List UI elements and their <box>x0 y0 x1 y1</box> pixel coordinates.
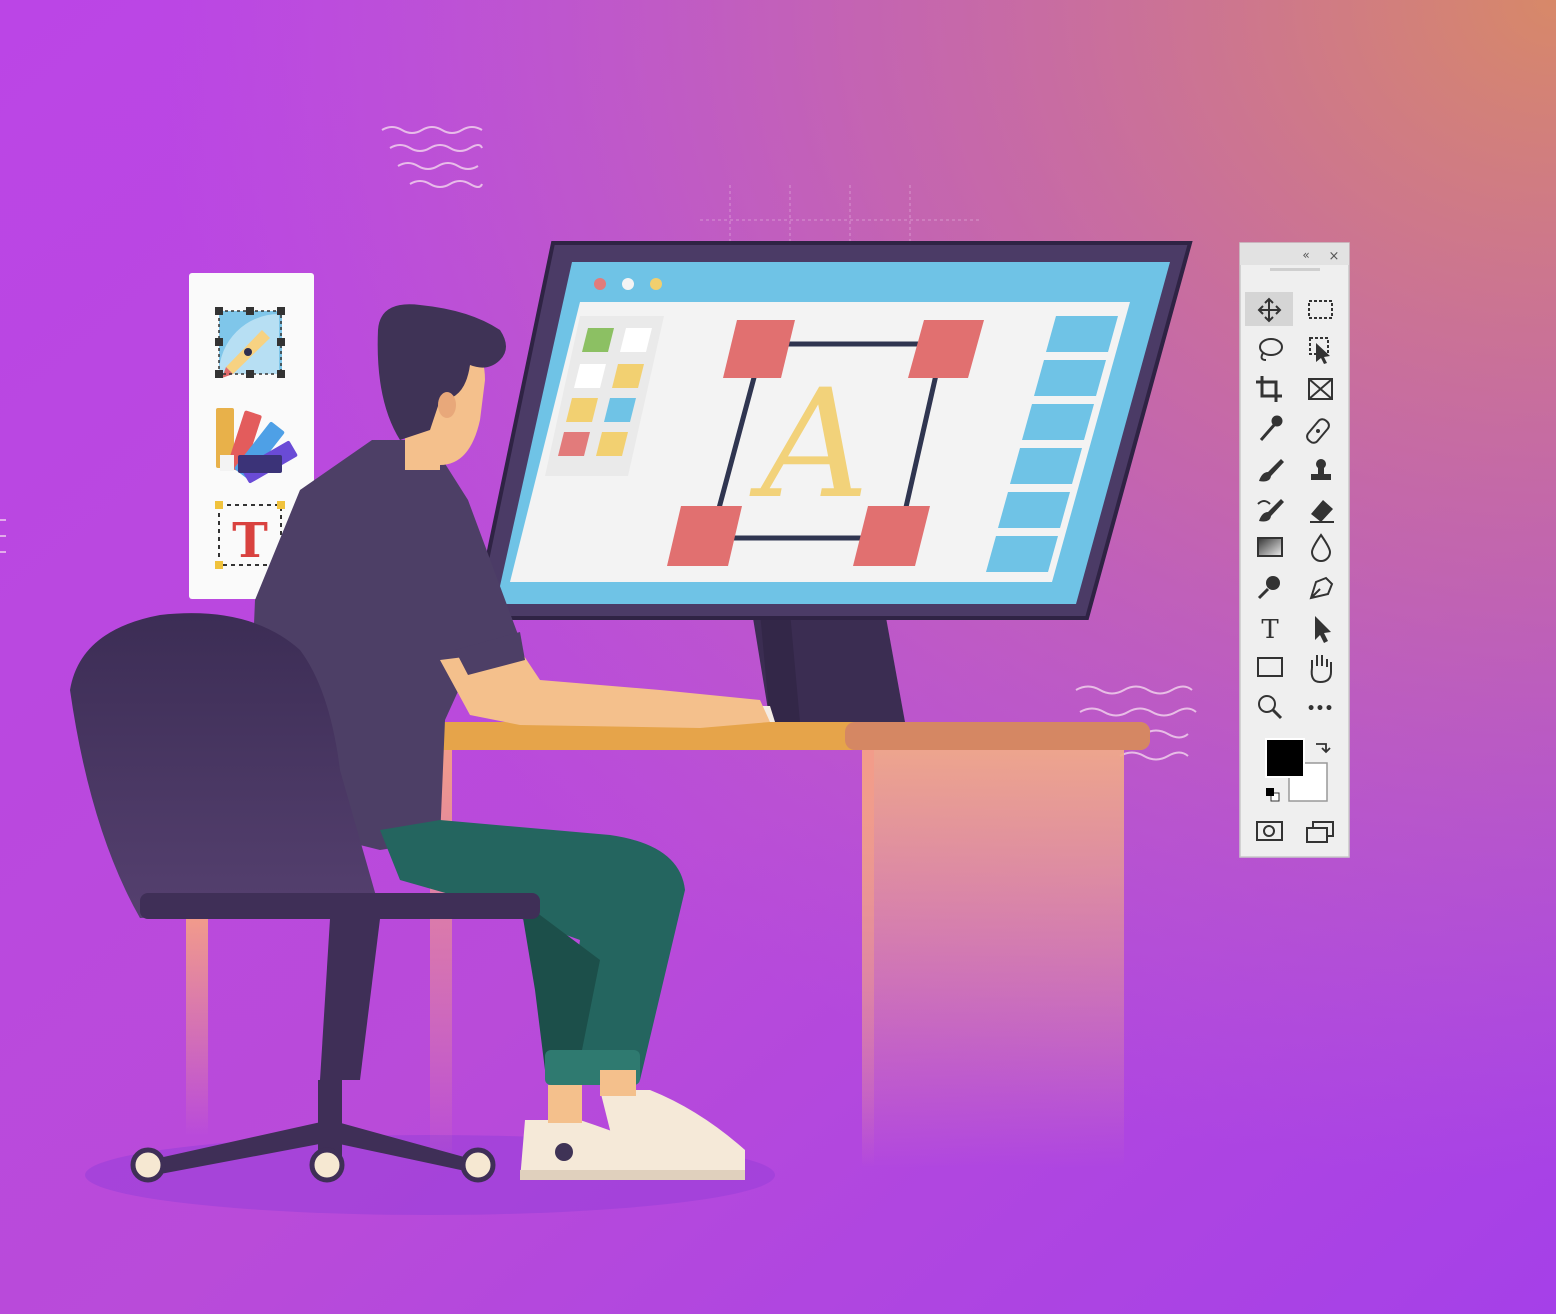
desk-top <box>420 722 1150 750</box>
chair-seat <box>140 893 540 919</box>
gradient-tool-icon[interactable] <box>1257 537 1283 557</box>
tool-panel-close-icon[interactable]: × <box>1329 249 1340 264</box>
pen-tool-card-icon <box>215 307 285 378</box>
desk-leg-right-edge <box>862 748 874 1168</box>
tool-panel: « × T ••• <box>1239 242 1350 858</box>
window-minimize-dot <box>622 278 634 290</box>
illustration-canvas: T A « × T ••• <box>0 0 1556 1314</box>
type-tool-icon[interactable]: T <box>1261 615 1279 645</box>
text-box-glyph: T <box>232 513 268 569</box>
monitor-stand <box>752 612 905 722</box>
foreground-color-swatch[interactable] <box>1265 738 1305 778</box>
window-maximize-dot <box>650 278 662 290</box>
more-tools-icon[interactable]: ••• <box>1307 701 1334 717</box>
tool-panel-collapse-icon[interactable]: « <box>1302 248 1309 262</box>
desk-leg-right <box>862 748 1124 1168</box>
chair-wheel-right <box>460 1147 496 1183</box>
window-close-dot <box>594 278 606 290</box>
chair-wheel-middle <box>309 1147 345 1183</box>
screen-letter: A <box>749 358 869 532</box>
monitor-screen: A <box>496 262 1170 604</box>
chair-wheel-left <box>130 1147 166 1183</box>
monitor: A <box>472 241 1193 620</box>
illustration-scene: T A « × T ••• <box>0 0 1556 1314</box>
chair-seat-post <box>186 915 208 1135</box>
